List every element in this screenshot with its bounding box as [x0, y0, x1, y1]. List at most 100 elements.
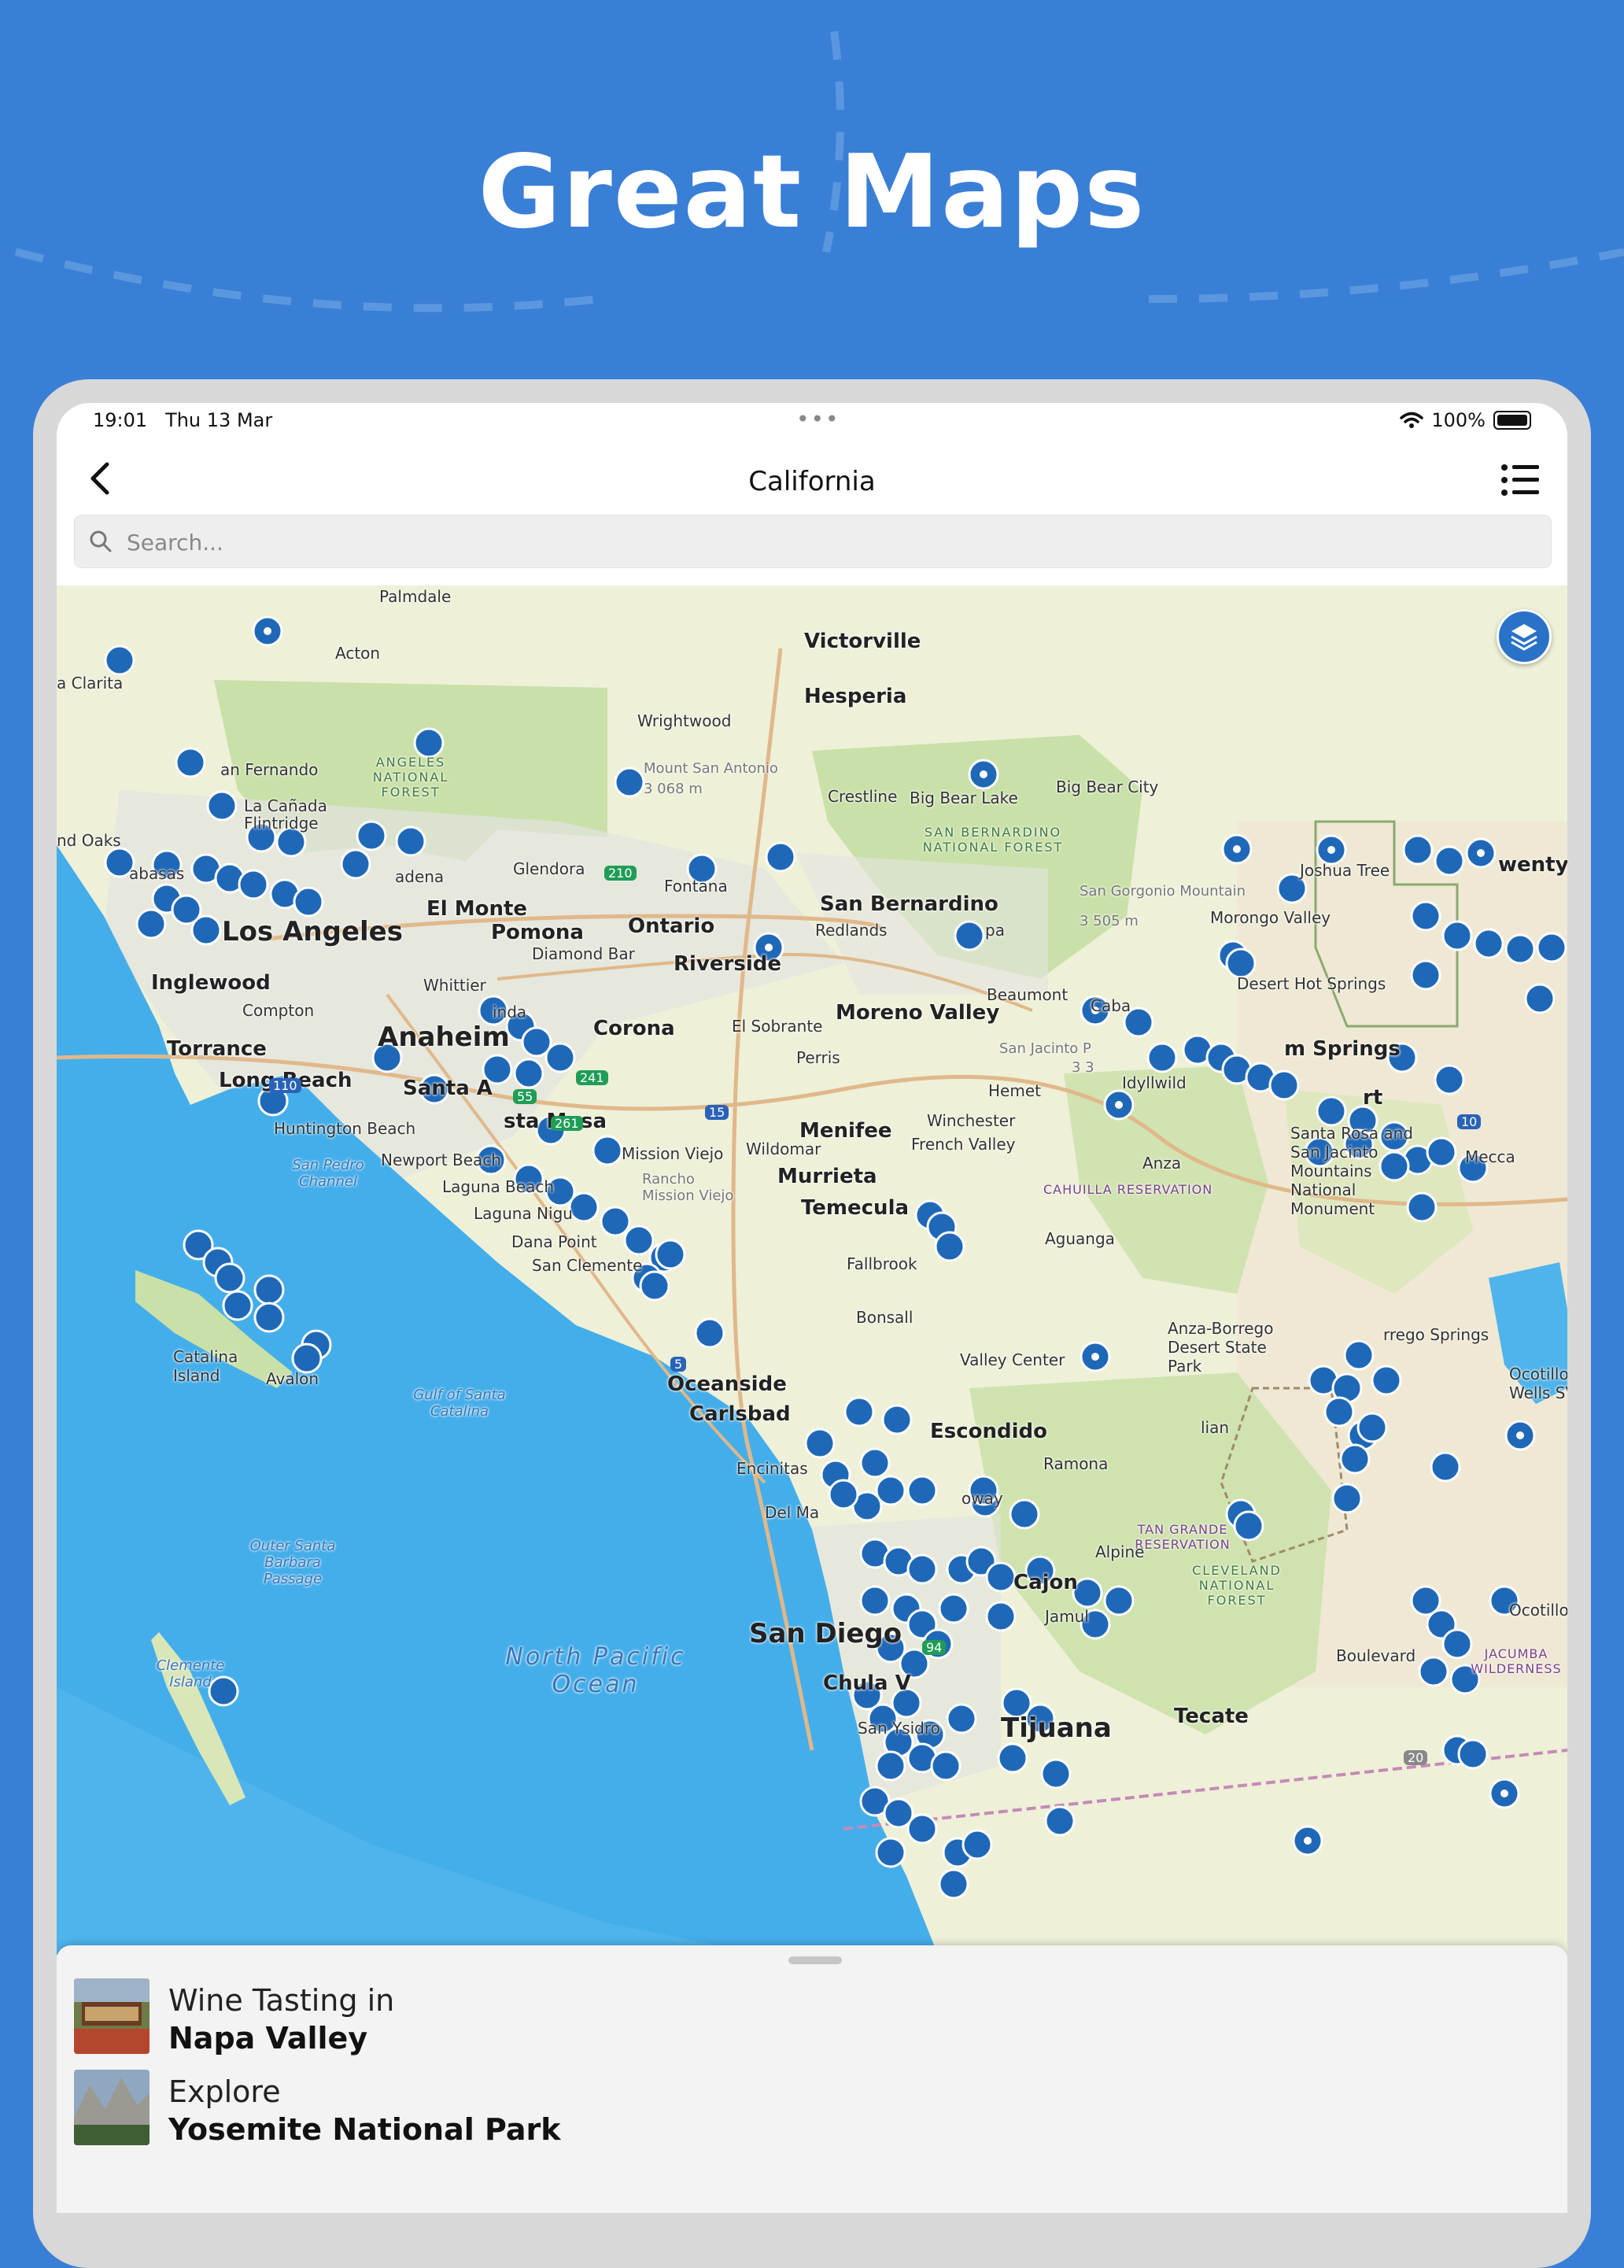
nav-bar: California	[57, 442, 1567, 513]
guide-title: Napa Valley	[168, 2021, 368, 2056]
map-label: pa	[985, 921, 1005, 940]
map-label: Anza-Borrego Desert State Park	[1168, 1319, 1274, 1376]
map-label: Whittier	[423, 976, 486, 995]
guide-title: Yosemite National Park	[168, 2112, 561, 2147]
map-label: Chula V	[823, 1671, 911, 1695]
map-label: Ramona	[1043, 1454, 1109, 1473]
map-label: San Diego	[749, 1618, 902, 1649]
map-label: Newport Beach	[381, 1151, 501, 1169]
map-label: abasas	[129, 864, 185, 883]
map-label: Cajon	[1013, 1571, 1078, 1594]
status-bar: 19:01 Thu 13 Mar ••• 100%	[57, 403, 1567, 442]
page-title: California	[748, 466, 876, 497]
map-label: rrego Springs	[1383, 1325, 1489, 1344]
map-canvas[interactable]	[57, 585, 1567, 1955]
search-input[interactable]	[125, 522, 1529, 563]
map-view[interactable]: Palmdale Acton Victorville Hesperia a Cl…	[57, 585, 1567, 1955]
headline: Great Maps	[478, 134, 1146, 251]
map-label: Torrance	[167, 1037, 267, 1061]
map-label: SAN BERNARDINO NATIONAL FOREST	[922, 825, 1064, 855]
map-label: Alpine	[1095, 1542, 1145, 1561]
map-label: Oceanside	[667, 1372, 787, 1396]
wifi-icon	[1400, 412, 1424, 428]
status-time: 19:01	[93, 409, 148, 431]
search-bar	[74, 515, 1552, 568]
map-label: Carlsbad	[689, 1402, 791, 1426]
map-label: El Monte	[426, 897, 528, 921]
map-label: JACUMBA WILDERNESS	[1471, 1646, 1562, 1676]
map-label: Caba	[1091, 996, 1131, 1015]
map-label: Bonsall	[856, 1308, 914, 1327]
map-label: Anaheim	[378, 1021, 510, 1053]
map-label: Murrieta	[777, 1165, 877, 1188]
map-label: North Pacific Ocean	[505, 1643, 686, 1698]
highway-shield: 55	[513, 1089, 537, 1104]
map-label: Ocotillo Wells SV	[1509, 1365, 1567, 1402]
map-label: Tecate	[1174, 1705, 1249, 1728]
map-label: Winchester	[927, 1111, 1016, 1130]
map-label: Ocotillo	[1509, 1601, 1567, 1620]
highway-shield: 241	[576, 1070, 608, 1085]
map-label: El Sobrante	[732, 1017, 823, 1036]
map-label: CLEVELAND NATIONAL FOREST	[1192, 1563, 1282, 1608]
map-label: Dana Point	[511, 1232, 597, 1251]
map-label: San Ysidro	[858, 1719, 940, 1738]
battery-percent: 100%	[1431, 409, 1486, 431]
map-label: Big Bear Lake	[910, 789, 1018, 807]
map-label: Mission Viejo	[622, 1144, 724, 1163]
map-label: Corona	[593, 1017, 675, 1040]
highway-shield: 110	[269, 1078, 301, 1093]
map-label: Joshua Tree	[1300, 861, 1390, 880]
search-icon	[90, 530, 112, 552]
highway-shield: 20	[1404, 1750, 1428, 1765]
highway-shield: 5	[670, 1357, 687, 1372]
highway-shield: 94	[922, 1640, 947, 1655]
guide-thumbnail	[74, 2070, 149, 2145]
map-label: Victorville	[804, 630, 921, 653]
map-label: Outer Santa Barbara Passage	[249, 1538, 336, 1587]
map-label: Los Angeles	[222, 916, 403, 947]
map-label: Santa Rosa and San Jacinto Mountains Nat…	[1290, 1124, 1413, 1218]
multitask-dots[interactable]: •••	[796, 406, 840, 432]
highway-shield: 210	[604, 866, 637, 881]
map-label: Escondido	[930, 1420, 1048, 1443]
map-label: CAHUILLA RESERVATION	[1043, 1182, 1213, 1197]
map-label: San Bernardino	[820, 892, 998, 916]
map-label: 3 068 m	[644, 781, 703, 797]
list-view-button[interactable]	[1495, 455, 1545, 505]
map-label: Rancho Mission Viejo	[642, 1171, 734, 1204]
map-label: a Clarita	[57, 674, 124, 693]
map-label: Big Bear City	[1056, 778, 1159, 796]
map-label: Flintridge	[244, 814, 319, 833]
map-label: Valley Center	[960, 1350, 1065, 1369]
map-label: Santa A	[403, 1077, 493, 1100]
map-label: Hemet	[988, 1081, 1041, 1100]
guide-item-napa-valley[interactable]: Wine Tasting in Napa Valley	[74, 1972, 1490, 2056]
map-label: Pomona	[491, 921, 584, 944]
map-label: Palmdale	[379, 587, 452, 606]
map-label: Laguna Beach	[442, 1177, 555, 1196]
guides-sheet: Wine Tasting in Napa Valley Explore Yose…	[57, 1945, 1567, 2213]
map-label: Riverside	[674, 952, 781, 976]
map-label: Inglewood	[151, 971, 271, 995]
map-label: San Gorgonio Mountain	[1080, 883, 1246, 899]
map-label: Moreno Valley	[836, 1001, 1000, 1025]
map-label: San Pedro Channel	[292, 1157, 364, 1190]
map-label: Catalina Island	[173, 1347, 238, 1385]
map-label: San Jacinto P	[999, 1040, 1091, 1057]
sheet-grabber[interactable]	[788, 1956, 842, 1964]
map-label: inda	[493, 1003, 527, 1021]
app-screen: 19:01 Thu 13 Mar ••• 100% California Sea…	[57, 403, 1567, 2213]
map-label: Mount San Antonio	[644, 760, 778, 777]
map-label: Clemente Island	[156, 1657, 225, 1690]
map-label: Ontario	[628, 914, 715, 938]
map-label: Redlands	[815, 921, 888, 940]
map-label: Aguanga	[1045, 1229, 1115, 1248]
map-layers-button[interactable]	[1497, 609, 1552, 664]
map-label: Diamond Bar	[532, 944, 635, 963]
map-label: La Cañada	[244, 796, 327, 815]
map-label: Encinitas	[736, 1459, 808, 1478]
guide-item-yosemite[interactable]: Explore Yosemite National Park	[74, 2063, 1490, 2147]
map-label: Anza	[1142, 1154, 1182, 1173]
map-label: Wrightwood	[637, 711, 732, 730]
